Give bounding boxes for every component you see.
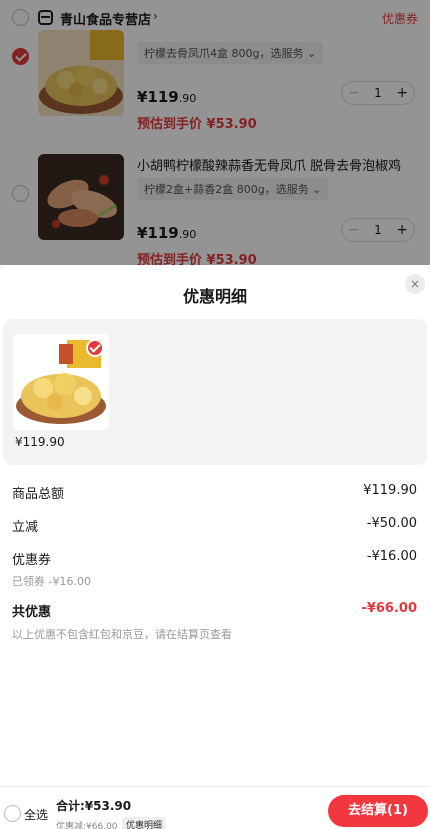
coupon-detail: 已领券 -¥16.00 xyxy=(12,575,91,588)
subtotal-value: ¥119.90 xyxy=(363,483,417,498)
selected-check-icon xyxy=(86,339,104,357)
close-icon[interactable]: × xyxy=(405,274,425,294)
saved-amount: 优惠减:¥66.00 xyxy=(56,822,118,829)
total-discount-value: -¥66.00 xyxy=(361,601,417,616)
select-all-label[interactable]: 全选 xyxy=(24,806,48,823)
checkout-button[interactable]: 去结算(1) xyxy=(328,795,428,827)
instant-discount-label: 立减 xyxy=(12,520,39,535)
instant-discount-value: -¥50.00 xyxy=(366,516,417,531)
coupon-label: 优惠券 xyxy=(12,553,52,568)
discount-detail-sheet: 优惠明细 × ¥119.90 商品总额 ¥119.90 立减 -¥50.00 优… xyxy=(0,265,430,829)
discount-detail-toggle[interactable]: 优惠明细 xyxy=(122,817,167,829)
coupon-value: -¥16.00 xyxy=(366,549,417,564)
discount-note: 以上优惠不包含红包和京豆，请在结算页查看 xyxy=(12,628,232,641)
modal-overlay[interactable] xyxy=(0,0,430,265)
product-summary-card: ¥119.90 xyxy=(3,319,427,465)
sheet-title: 优惠明细 xyxy=(182,287,247,306)
product-price: ¥119.90 xyxy=(15,435,65,449)
checkout-bar: 全选 合计:¥53.90 优惠减:¥66.00 优惠明细 去结算(1) xyxy=(0,786,430,829)
cart-page: 青山食品专营店 › 优惠券 柠檬去骨凤爪4盒 800g，选服务 ⌄ ¥119.9… xyxy=(0,0,430,829)
subtotal-label: 商品总额 xyxy=(12,487,65,502)
checkout-label: 去结算(1) xyxy=(348,803,408,818)
select-all-radio[interactable] xyxy=(4,805,21,822)
total-discount-label: 共优惠 xyxy=(12,605,52,620)
total-price: 合计:¥53.90 xyxy=(56,799,132,813)
